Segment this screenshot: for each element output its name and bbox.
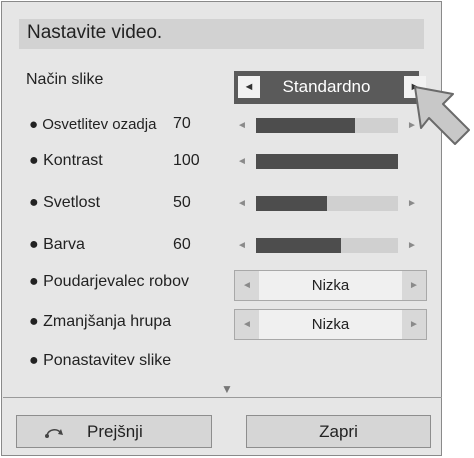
brightness-slider[interactable] <box>256 196 398 211</box>
backlight-slider[interactable] <box>256 118 398 133</box>
backlight-fill <box>256 118 356 133</box>
noise-reduction-value: Nizka <box>311 316 350 333</box>
brightness-label: ● Svetlost <box>29 194 101 211</box>
chevron-right-icon[interactable]: ► <box>402 271 426 300</box>
contrast-fill <box>256 154 398 169</box>
close-button-label: Zapri <box>319 422 358 441</box>
back-button[interactable]: Prejšnji <box>16 415 212 448</box>
chevron-right-icon[interactable]: ► <box>407 199 417 209</box>
back-button-label: Prejšnji <box>87 422 143 441</box>
chevron-right-icon[interactable]: ► <box>407 241 417 251</box>
backlight-label: ● Osvetlitev ozadja <box>29 116 157 133</box>
picture-mode-selector[interactable]: ◄ Standardno ► <box>234 71 426 104</box>
chevron-left-icon[interactable]: ◄ <box>237 121 247 131</box>
chevron-left-icon[interactable]: ◄ <box>237 241 247 251</box>
noise-reduction-selector[interactable]: ◄ Nizka ► <box>234 309 427 340</box>
video-settings-panel: Nastavite video. Način slike ◄ Standardn… <box>1 1 442 456</box>
contrast-slider[interactable] <box>256 154 398 169</box>
backlight-value: 70 <box>173 115 191 132</box>
chevron-left-icon[interactable]: ◄ <box>237 199 247 209</box>
color-slider[interactable] <box>256 238 398 253</box>
edge-enhancer-selector[interactable]: ◄ Nizka ► <box>234 270 427 301</box>
picture-mode-value: Standardno <box>282 77 371 96</box>
page-title: Nastavite video. <box>27 22 163 43</box>
color-fill <box>256 238 342 253</box>
edge-enhancer-value: Nizka <box>311 277 350 294</box>
chevron-left-icon[interactable]: ◄ <box>237 157 247 167</box>
return-arrow-icon <box>45 429 63 438</box>
brightness-value: 50 <box>173 194 191 211</box>
chevron-right-icon[interactable]: ► <box>402 310 426 339</box>
picture-reset-item[interactable]: ● Ponastavitev slike <box>29 352 171 370</box>
contrast-value: 100 <box>173 152 200 169</box>
title-bar: Nastavite video. <box>19 19 424 49</box>
scroll-down-icon[interactable]: ▼ <box>221 382 233 396</box>
picture-mode-label: Način slike <box>26 71 104 88</box>
edge-enhancer-label: ● Poudarjevalec robov <box>29 273 189 290</box>
divider <box>3 397 442 398</box>
color-label: ● Barva <box>29 236 85 253</box>
brightness-fill <box>256 196 327 211</box>
noise-reduction-label: ● Zmanjšanja hrupa <box>29 313 172 330</box>
close-button[interactable]: Zapri <box>246 415 431 448</box>
contrast-label: ● Kontrast <box>29 152 103 169</box>
pointer-arrow-icon <box>414 86 470 145</box>
color-value: 60 <box>173 236 191 253</box>
